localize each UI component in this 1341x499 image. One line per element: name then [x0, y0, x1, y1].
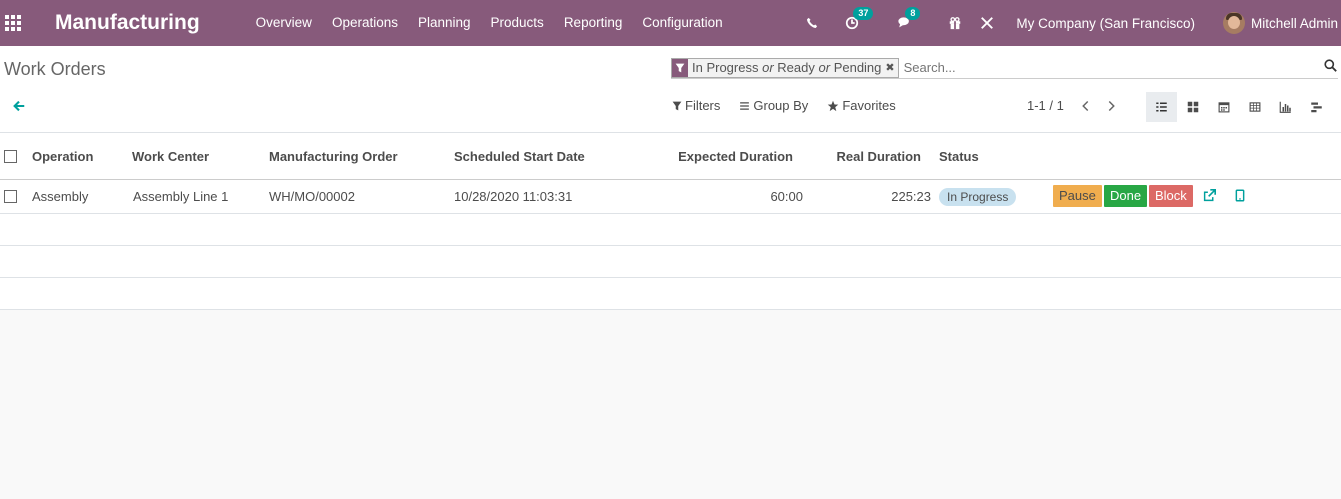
graph-view-icon[interactable] — [1270, 92, 1301, 122]
menu-operations[interactable]: Operations — [322, 0, 408, 46]
facet-value: In Progress — [692, 59, 759, 75]
filters-label: Filters — [685, 98, 721, 113]
company-switcher[interactable]: My Company (San Francisco) — [1016, 16, 1195, 31]
pivot-view-icon[interactable] — [1239, 92, 1270, 122]
pager: 1-1 / 1 — [1027, 98, 1116, 113]
menu-products[interactable]: Products — [481, 0, 554, 46]
gift-icon[interactable] — [948, 16, 962, 30]
cell-manufacturing-order: WH/MO/00002 — [269, 189, 355, 204]
view-switcher — [1146, 92, 1332, 122]
column-header-work-center[interactable]: Work Center — [132, 149, 209, 164]
facet-separator: or — [818, 59, 831, 75]
activity-clock-icon[interactable]: 37 — [845, 7, 874, 30]
pager-value[interactable]: 1-1 / 1 — [1027, 98, 1064, 113]
menu-overview[interactable]: Overview — [246, 0, 322, 46]
apps-menu-button[interactable] — [0, 0, 26, 46]
gantt-view-icon[interactable] — [1301, 92, 1332, 122]
table-row[interactable]: Assembly Assembly Line 1 WH/MO/00002 10/… — [0, 180, 1341, 214]
column-header-scheduled-start-date[interactable]: Scheduled Start Date — [454, 149, 585, 164]
chevron-left-icon[interactable] — [1081, 100, 1090, 112]
block-button[interactable]: Block — [1149, 185, 1193, 207]
debug-tools-icon[interactable] — [980, 16, 994, 30]
empty-row — [0, 278, 1341, 310]
facet-values: In Progress or Ready or Pending — [688, 59, 885, 77]
calendar-view-icon[interactable] — [1208, 92, 1239, 122]
cell-operation: Assembly — [32, 189, 89, 204]
menu-planning[interactable]: Planning — [408, 0, 481, 46]
back-arrow-icon[interactable] — [12, 99, 26, 116]
group-by-button[interactable]: Group By — [739, 98, 808, 113]
activity-count-badge: 37 — [853, 7, 874, 20]
avatar[interactable] — [1222, 12, 1245, 34]
filters-button[interactable]: Filters — [672, 98, 720, 113]
facet-separator: or — [762, 59, 774, 75]
select-all-checkbox[interactable] — [4, 150, 17, 163]
group-by-label: Group By — [753, 98, 809, 113]
filter-icon — [672, 101, 682, 110]
favorites-button[interactable]: Favorites — [827, 98, 896, 113]
menu-configuration[interactable]: Configuration — [632, 0, 732, 46]
chevron-right-icon[interactable] — [1107, 100, 1116, 112]
facet-value: Ready — [777, 59, 815, 75]
column-header-status[interactable]: Status — [939, 149, 979, 164]
menu-reporting[interactable]: Reporting — [554, 0, 633, 46]
search-bar: In Progress or Ready or Pending ✖ — [671, 57, 1338, 79]
list-view-icon[interactable] — [1146, 92, 1177, 122]
search-input[interactable] — [903, 60, 1304, 75]
facet-remove-icon[interactable]: ✖ — [885, 59, 897, 77]
apps-grid-icon — [5, 15, 21, 31]
row-checkbox[interactable] — [4, 190, 17, 203]
app-title[interactable]: Manufacturing — [55, 11, 200, 35]
column-header-expected-duration[interactable]: Expected Duration — [678, 149, 793, 164]
phone-icon[interactable] — [806, 17, 818, 29]
status-badge: In Progress — [939, 188, 1017, 206]
column-header-real-duration[interactable]: Real Duration — [836, 149, 921, 164]
control-panel: Work Orders In Progress or Ready or Pend… — [0, 46, 1341, 133]
messages-icon[interactable]: 8 — [897, 7, 921, 30]
star-icon — [828, 100, 839, 111]
search-icon[interactable] — [1324, 59, 1337, 75]
done-button[interactable]: Done — [1104, 185, 1148, 207]
top-navbar: Manufacturing Overview Operations Planni… — [0, 0, 1341, 46]
cell-work-center: Assembly Line 1 — [133, 189, 229, 204]
breadcrumb: Work Orders — [4, 59, 106, 79]
messages-count-badge: 8 — [905, 7, 921, 20]
systray: 37 8 My Company (San Francisco) Mitchell… — [806, 0, 1341, 46]
kanban-view-icon[interactable] — [1177, 92, 1208, 122]
search-options: Filters Group By Favorites — [672, 98, 915, 113]
filter-facet: In Progress or Ready or Pending ✖ — [671, 57, 899, 78]
cell-scheduled-start-date: 10/28/2020 11:03:31 — [454, 189, 573, 204]
filter-icon — [672, 58, 688, 77]
main-menu: Overview Operations Planning Products Re… — [246, 0, 733, 46]
facet-value: Pending — [833, 59, 882, 75]
empty-row — [0, 214, 1341, 246]
external-link-icon[interactable] — [1203, 189, 1216, 205]
cell-real-duration: 225:23 — [891, 189, 931, 204]
bars-icon — [740, 101, 750, 110]
table-header: Operation Work Center Manufacturing Orde… — [0, 133, 1341, 180]
user-menu[interactable]: Mitchell Admin — [1251, 16, 1338, 31]
cell-expected-duration: 60:00 — [770, 189, 803, 204]
column-header-manufacturing-order[interactable]: Manufacturing Order — [269, 149, 398, 164]
favorites-label: Favorites — [842, 98, 896, 113]
tablet-icon[interactable] — [1235, 189, 1245, 205]
pause-button[interactable]: Pause — [1053, 185, 1102, 207]
column-header-operation[interactable]: Operation — [32, 149, 93, 164]
empty-row — [0, 246, 1341, 278]
work-orders-list: Operation Work Center Manufacturing Orde… — [0, 133, 1341, 310]
